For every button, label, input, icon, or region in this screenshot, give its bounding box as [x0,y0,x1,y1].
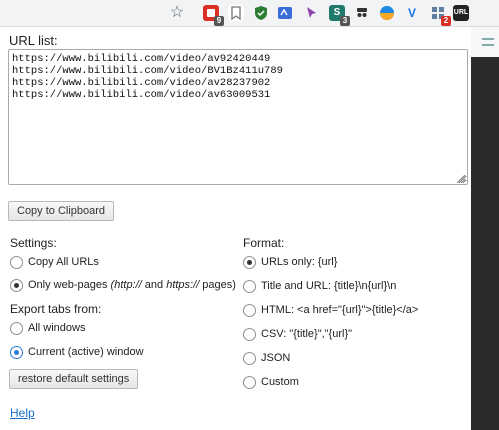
ext-s-icon[interactable]: S 3 [329,5,350,26]
format-option-csv[interactable]: CSV: "{title}","{url}" [243,326,352,342]
copy-all-urls-option[interactable]: Copy All URLs [10,254,99,270]
all-windows-radio[interactable] [10,321,23,335]
url-list-textarea[interactable]: https://www.bilibili.com/video/av9242044… [8,49,468,185]
format-custom-label: Custom [261,376,299,388]
resize-grip-icon[interactable] [457,175,465,183]
spy-icon[interactable] [354,5,370,21]
format-html-label: HTML: <a href="{url}">{title}</a> [261,304,419,316]
format-custom-radio[interactable] [243,375,256,389]
cursor-arrow-icon[interactable] [303,5,319,21]
only-web-pages-option[interactable]: Only web-pages (http:// and https:// pag… [10,277,236,293]
current-window-option[interactable]: Current (active) window [10,344,144,360]
format-csv-label: CSV: "{title}","{url}" [261,328,353,340]
background-page-strip [471,27,499,430]
shield-icon[interactable] [253,5,269,21]
only-web-https: https:// [166,279,200,291]
format-label: Format: [243,236,285,250]
restore-default-settings-button[interactable]: restore default settings [9,369,139,389]
format-title-url-label: Title and URL: {title}\n{url}\n [261,280,397,292]
grid-icon[interactable]: 2 [430,5,451,26]
format-urls-only-label: URLs only: {url} [261,256,338,268]
format-html-radio[interactable] [243,303,256,317]
only-web-and: and [141,279,167,291]
ext-red-adblock-icon[interactable]: 9 [203,5,224,26]
format-title-url-radio[interactable] [243,279,256,293]
grammar-icon[interactable] [277,5,293,21]
copy-all-urls-label: Copy All URLs [28,256,99,268]
browser-toolbar: ☆ 9 S 3 V 2 URL [0,0,499,27]
only-web-pages-radio[interactable] [10,278,23,292]
format-option-custom[interactable]: Custom [243,374,299,390]
copy-all-urls-radio[interactable] [10,255,23,269]
v-icon[interactable]: V [404,5,420,21]
format-option-json[interactable]: JSON [243,350,290,366]
background-page-header [471,27,499,57]
current-window-radio[interactable] [10,345,23,359]
settings-label: Settings: [10,236,57,250]
export-tabs-label: Export tabs from: [10,302,102,316]
all-windows-option[interactable]: All windows [10,320,85,336]
url-extension-icon[interactable]: URL [453,5,469,21]
format-json-label: JSON [261,352,291,364]
format-option-title-url[interactable]: Title and URL: {title}\n{url}\n [243,278,396,294]
url-extension-glyph: URL [453,9,469,16]
extension-badge: 3 [340,16,350,26]
format-csv-radio[interactable] [243,327,256,341]
extension-popup: URL list: https://www.bilibili.com/video… [0,27,471,430]
bookmark-icon[interactable] [228,5,244,21]
url-list-label: URL list: [9,33,58,48]
half-circle-icon[interactable] [379,5,395,21]
format-json-radio[interactable] [243,351,256,365]
format-urls-only-radio[interactable] [243,255,256,269]
only-web-suffix: pages) [199,279,236,291]
star-outline-icon[interactable]: ☆ [168,4,186,22]
only-web-prefix: Only web-pages [28,279,111,291]
format-option-html[interactable]: HTML: <a href="{url}">{title}</a> [243,302,418,318]
menu-icon [482,38,494,46]
copy-to-clipboard-button[interactable]: Copy to Clipboard [8,201,115,221]
only-web-http: (http:// [110,279,142,291]
extension-badge: 2 [441,16,451,26]
help-link[interactable]: Help [10,406,35,420]
current-window-label: Current (active) window [28,346,144,358]
format-option-urls-only[interactable]: URLs only: {url} [243,254,337,270]
only-web-pages-label: Only web-pages (http:// and https:// pag… [28,279,236,291]
extension-badge: 9 [214,16,224,26]
all-windows-label: All windows [28,322,86,334]
